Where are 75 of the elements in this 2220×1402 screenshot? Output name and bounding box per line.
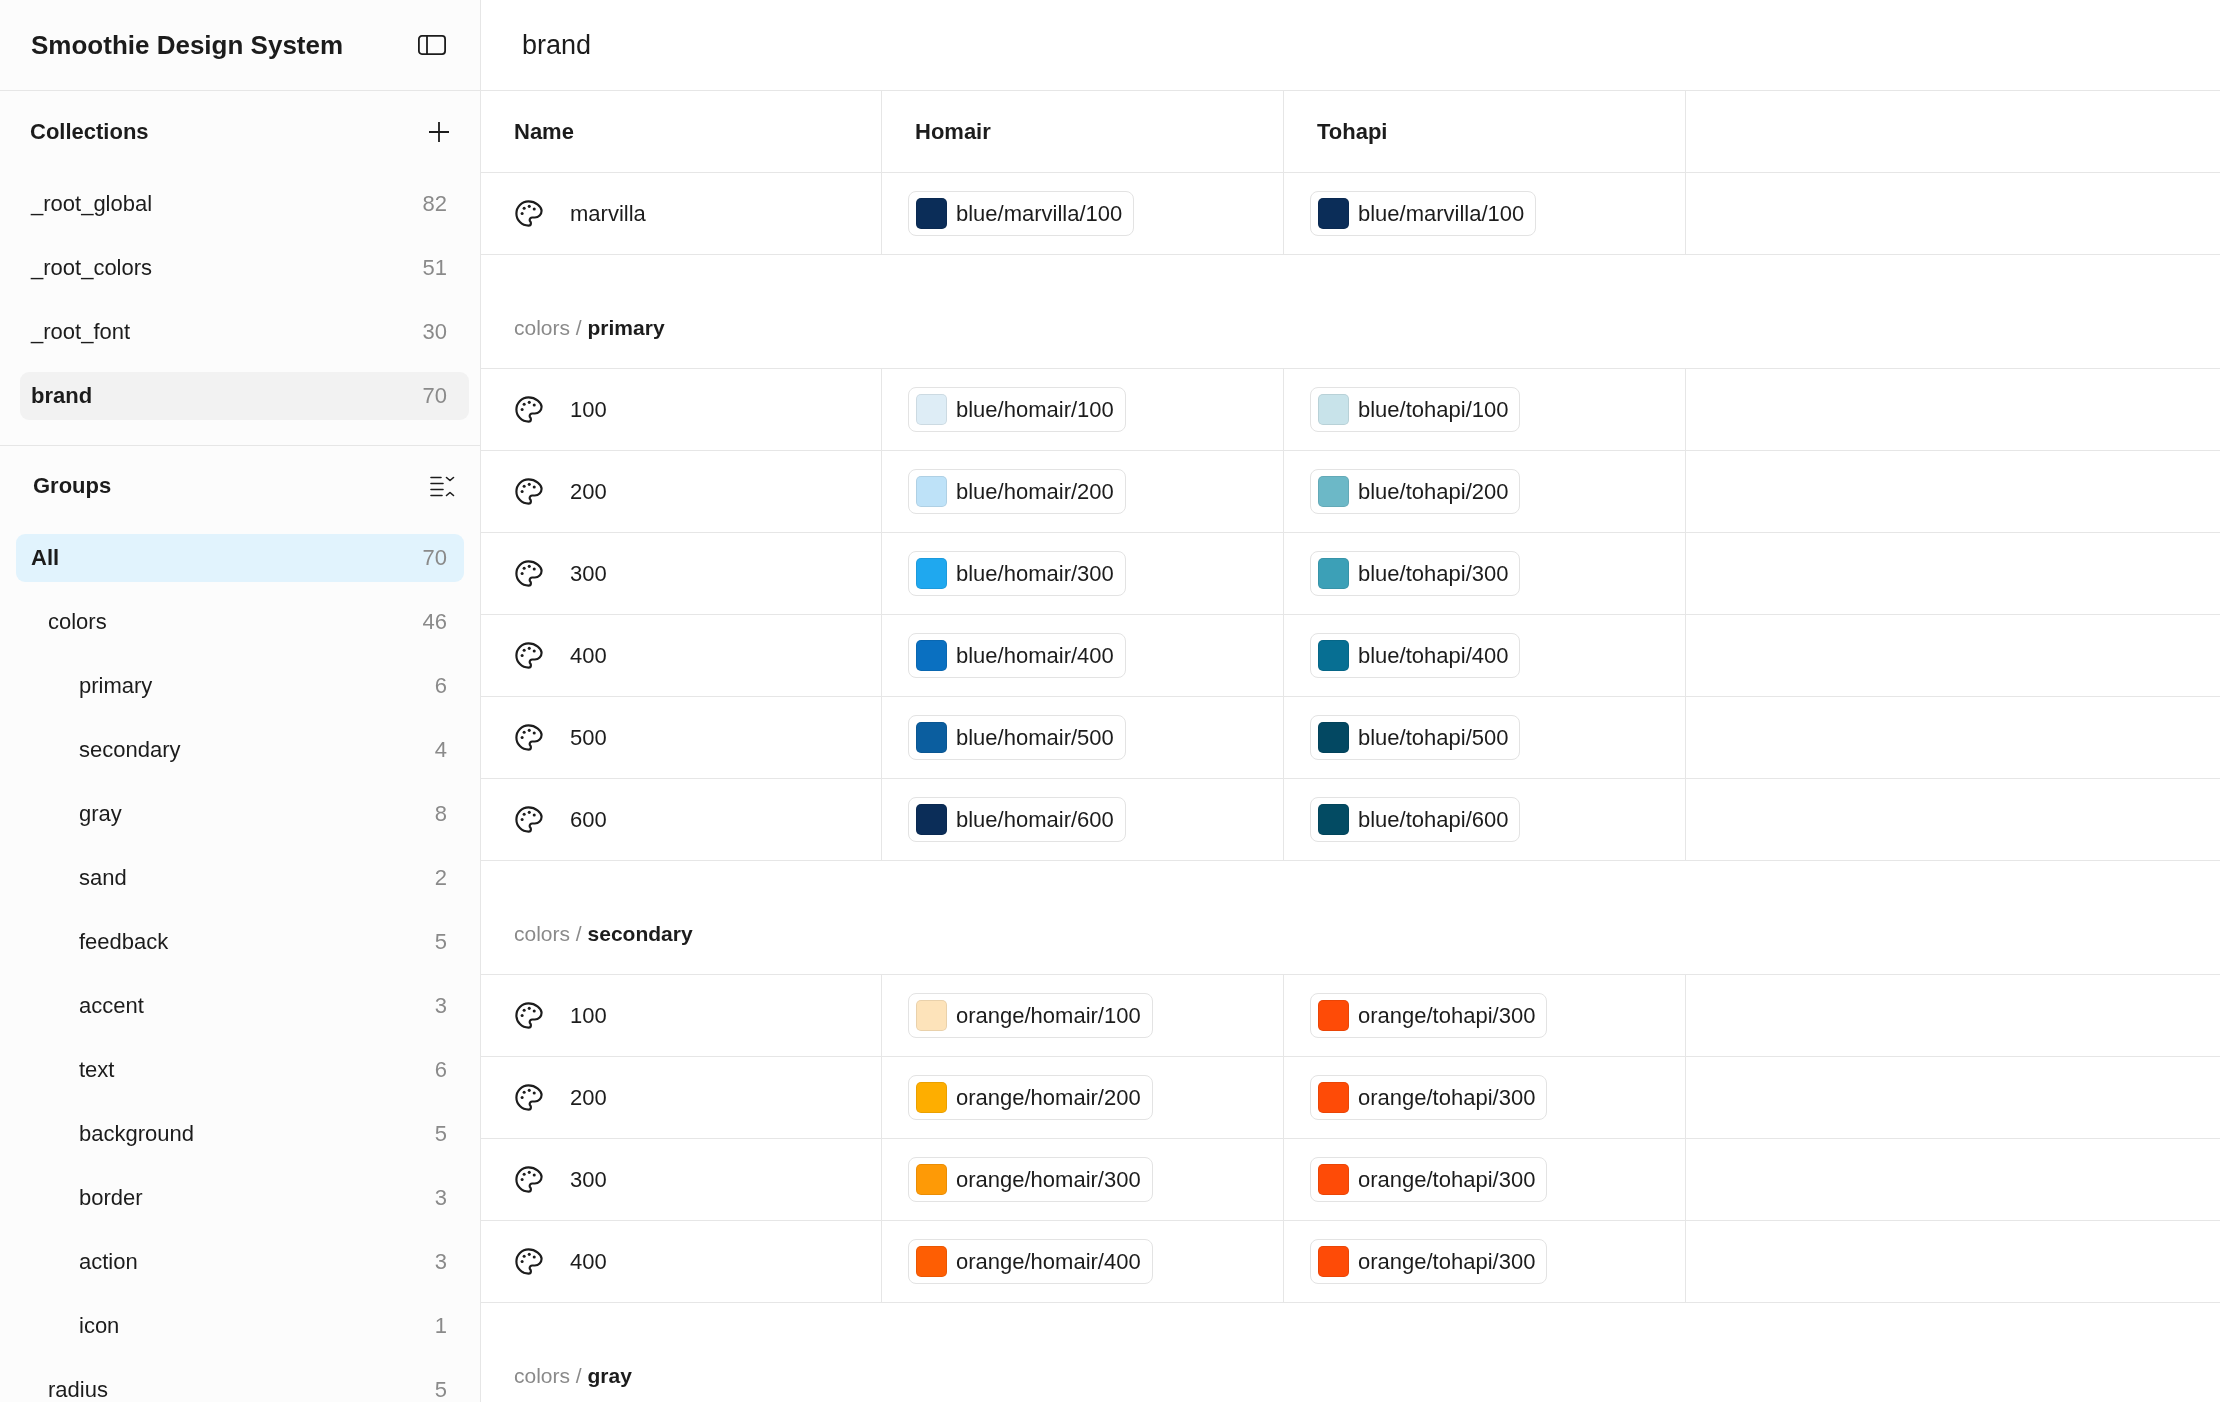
collection-item[interactable]: _root_global 82 — [20, 180, 469, 228]
collection-item[interactable]: _root_colors 51 — [20, 244, 469, 292]
group-item[interactable]: sand 2 — [16, 854, 464, 902]
token-chip[interactable]: blue/homair/300 — [908, 551, 1126, 596]
variable-name: 500 — [570, 724, 607, 751]
list-chevrons-icon[interactable] — [430, 475, 455, 497]
token-chip[interactable]: orange/homair/300 — [908, 1157, 1153, 1202]
group-item[interactable]: background 5 — [16, 1110, 464, 1158]
group-item[interactable]: text 6 — [16, 1046, 464, 1094]
palette-icon — [515, 724, 543, 751]
palette-icon — [515, 1002, 543, 1029]
palette-icon — [515, 1248, 543, 1275]
token-chip[interactable]: blue/tohapi/200 — [1310, 469, 1521, 514]
group-item[interactable]: accent 3 — [16, 982, 464, 1030]
token-chip[interactable]: orange/tohapi/300 — [1310, 1239, 1548, 1284]
group-item[interactable]: gray 8 — [16, 790, 464, 838]
palette-icon — [515, 560, 543, 587]
variable-name: 600 — [570, 806, 607, 833]
token-chip[interactable]: blue/homair/100 — [908, 387, 1126, 432]
variable-name: 200 — [570, 478, 607, 505]
token-chip[interactable]: blue/marvilla/100 — [1310, 191, 1537, 236]
column-header: Tohapi — [1317, 118, 1388, 145]
group-item[interactable]: All 70 — [16, 534, 464, 582]
group-item[interactable]: radius 5 — [16, 1366, 464, 1402]
variable-name: 300 — [570, 560, 607, 587]
group-item[interactable]: primary 6 — [16, 662, 464, 710]
token-chip[interactable]: blue/homair/500 — [908, 715, 1126, 760]
palette-icon — [515, 1166, 543, 1193]
variable-name: 200 — [570, 1084, 607, 1111]
group-item[interactable]: border 3 — [16, 1174, 464, 1222]
group-heading: colors / gray — [514, 1364, 632, 1388]
collection-item[interactable]: brand 70 — [20, 372, 469, 420]
token-chip[interactable]: blue/homair/600 — [908, 797, 1126, 842]
panel-icon[interactable] — [418, 35, 446, 55]
token-chip[interactable]: orange/homair/200 — [908, 1075, 1153, 1120]
group-item[interactable]: action 3 — [16, 1238, 464, 1286]
token-chip[interactable]: orange/tohapi/300 — [1310, 1157, 1548, 1202]
group-heading: colors / secondary — [514, 922, 693, 946]
palette-icon — [515, 396, 543, 423]
token-chip[interactable]: blue/tohapi/300 — [1310, 551, 1521, 596]
palette-icon — [515, 200, 543, 227]
token-chip[interactable]: orange/tohapi/300 — [1310, 1075, 1548, 1120]
column-header: Homair — [915, 118, 991, 145]
group-item[interactable]: colors 46 — [16, 598, 464, 646]
palette-icon — [515, 478, 543, 505]
collections-heading: Collections — [30, 119, 149, 145]
groups-heading: Groups — [33, 473, 112, 499]
variable-name: 400 — [570, 642, 607, 669]
token-chip[interactable]: orange/tohapi/300 — [1310, 993, 1548, 1038]
token-chip[interactable]: orange/homair/100 — [908, 993, 1153, 1038]
variable-name: 100 — [570, 396, 607, 423]
token-chip[interactable]: blue/tohapi/100 — [1310, 387, 1521, 432]
token-chip[interactable]: blue/tohapi/600 — [1310, 797, 1521, 842]
token-chip[interactable]: orange/homair/400 — [908, 1239, 1153, 1284]
variable-name: 300 — [570, 1166, 607, 1193]
variable-name: marvilla — [570, 200, 646, 227]
page-title: brand — [522, 29, 592, 61]
group-item[interactable]: icon 1 — [16, 1302, 464, 1350]
palette-icon — [515, 1084, 543, 1111]
token-chip[interactable]: blue/tohapi/400 — [1310, 633, 1521, 678]
token-chip[interactable]: blue/marvilla/100 — [908, 191, 1135, 236]
plus-icon[interactable] — [429, 122, 449, 142]
token-chip[interactable]: blue/homair/400 — [908, 633, 1126, 678]
token-chip[interactable]: blue/tohapi/500 — [1310, 715, 1521, 760]
token-chip[interactable]: blue/homair/200 — [908, 469, 1126, 514]
palette-icon — [515, 642, 543, 669]
app-title: Smoothie Design System — [31, 29, 344, 61]
column-header: Name — [514, 118, 574, 145]
palette-icon — [515, 806, 543, 833]
collection-item[interactable]: _root_font 30 — [20, 308, 469, 356]
group-heading: colors / primary — [514, 316, 665, 340]
variable-name: 100 — [570, 1002, 607, 1029]
group-item[interactable]: feedback 5 — [16, 918, 464, 966]
group-item[interactable]: secondary 4 — [16, 726, 464, 774]
variable-name: 400 — [570, 1248, 607, 1275]
